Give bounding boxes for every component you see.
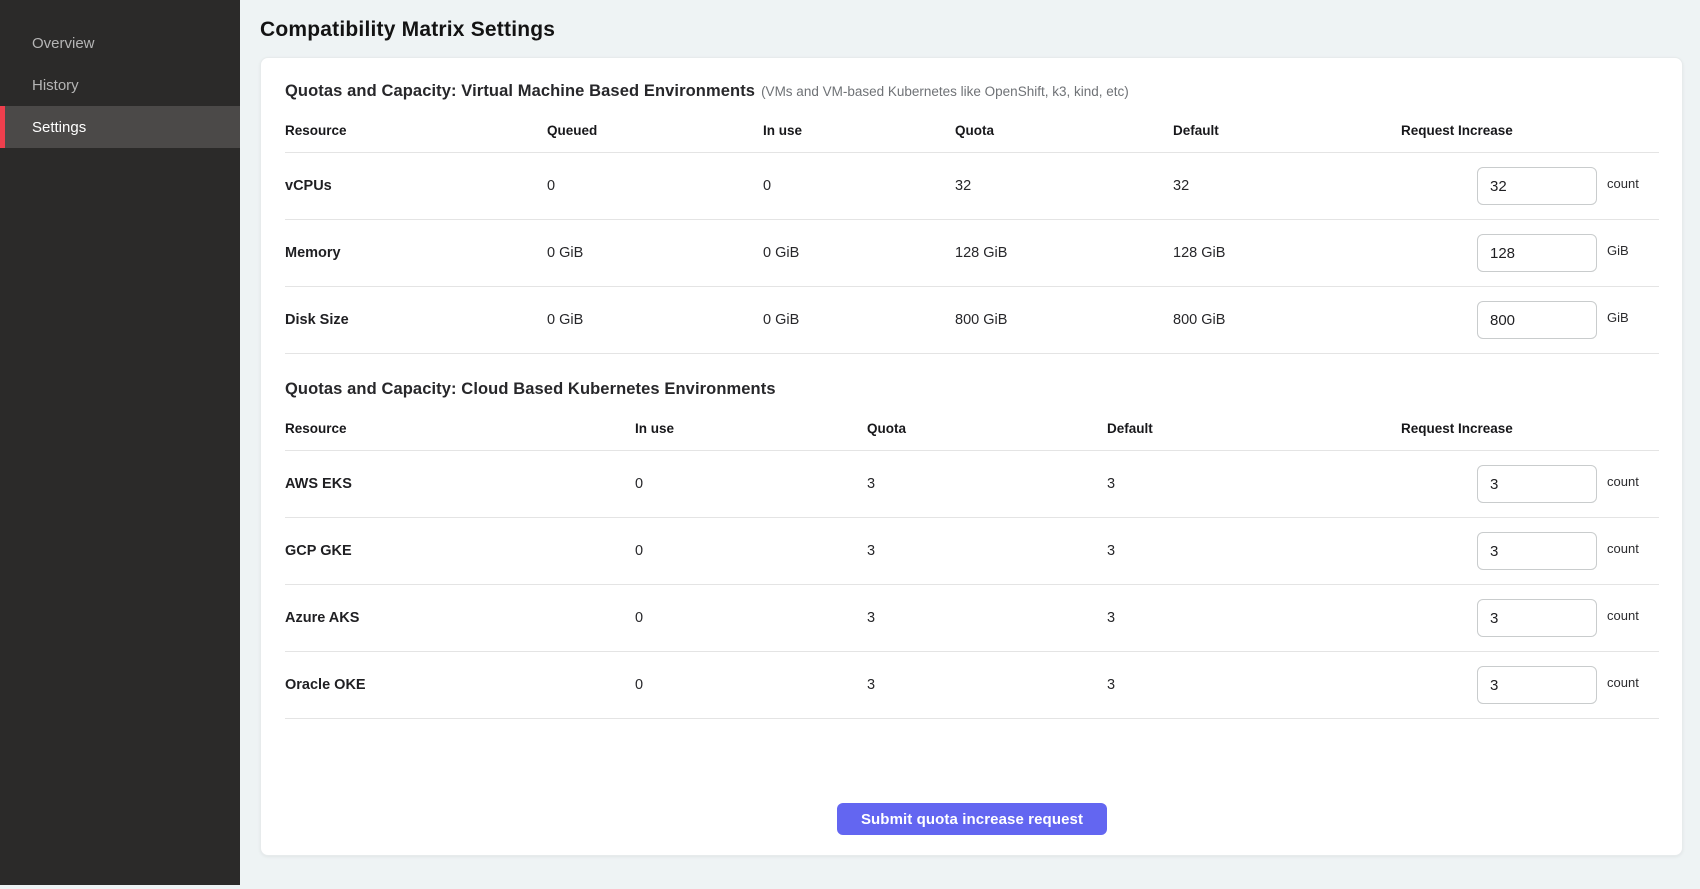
page-title: Compatibility Matrix Settings (260, 18, 1700, 42)
in-use-value: 0 (635, 610, 867, 626)
col-quota: Quota (955, 107, 1173, 152)
settings-card: Quotas and Capacity: Virtual Machine Bas… (260, 57, 1683, 856)
col-default: Default (1107, 405, 1401, 450)
table-row-disk-size: Disk Size 0 GiB 0 GiB 800 GiB 800 GiB Gi… (285, 287, 1659, 354)
resource-label: Azure AKS (285, 610, 635, 626)
quota-value: 3 (867, 476, 1107, 492)
default-value: 3 (1107, 543, 1401, 559)
sidebar: Overview History Settings (0, 0, 240, 885)
unit-label: count (1607, 541, 1659, 556)
quota-value: 3 (867, 610, 1107, 626)
sidebar-item-history[interactable]: History (0, 64, 240, 106)
unit-label: GiB (1607, 243, 1659, 258)
queued-value: 0 (547, 178, 763, 194)
section-subtitle: (VMs and VM-based Kubernetes like OpenSh… (761, 84, 1129, 99)
quota-value: 128 GiB (955, 245, 1173, 261)
section-heading-vm: Quotas and Capacity: Virtual Machine Bas… (285, 82, 1659, 101)
memory-request-input[interactable] (1477, 234, 1597, 272)
request-increase-cell: count (1401, 465, 1659, 503)
in-use-value: 0 (635, 677, 867, 693)
azure-aks-request-input[interactable] (1477, 599, 1597, 637)
col-in-use: In use (635, 405, 867, 450)
sidebar-item-overview[interactable]: Overview (0, 22, 240, 64)
request-increase-cell: count (1401, 666, 1659, 704)
sidebar-item-settings[interactable]: Settings (0, 106, 240, 148)
col-request-increase: Request Increase (1401, 405, 1659, 450)
request-increase-cell: count (1401, 167, 1659, 205)
table-row-gcp-gke: GCP GKE 0 3 3 count (285, 518, 1659, 585)
oracle-oke-request-input[interactable] (1477, 666, 1597, 704)
submit-quota-increase-button[interactable]: Submit quota increase request (837, 803, 1107, 835)
request-increase-cell: count (1401, 532, 1659, 570)
table-row-azure-aks: Azure AKS 0 3 3 count (285, 585, 1659, 652)
vcpus-request-input[interactable] (1477, 167, 1597, 205)
disk-size-request-input[interactable] (1477, 301, 1597, 339)
in-use-value: 0 (635, 476, 867, 492)
vm-quota-table: Resource Queued In use Quota Default Req… (285, 107, 1659, 354)
col-in-use: In use (763, 107, 955, 152)
resource-label: AWS EKS (285, 476, 635, 492)
quota-value: 32 (955, 178, 1173, 194)
resource-label: vCPUs (285, 178, 547, 194)
quota-value: 3 (867, 543, 1107, 559)
unit-label: count (1607, 474, 1659, 489)
resource-label: Memory (285, 245, 547, 261)
queued-value: 0 GiB (547, 312, 763, 328)
resource-label: Oracle OKE (285, 677, 635, 693)
request-increase-cell: count (1401, 599, 1659, 637)
cloud-quota-table: Resource In use Quota Default Request In… (285, 405, 1659, 719)
resource-label: Disk Size (285, 312, 547, 328)
unit-label: count (1607, 176, 1659, 191)
default-value: 3 (1107, 476, 1401, 492)
section-title: Quotas and Capacity: Virtual Machine Bas… (285, 82, 755, 100)
aws-eks-request-input[interactable] (1477, 465, 1597, 503)
col-quota: Quota (867, 405, 1107, 450)
unit-label: count (1607, 675, 1659, 690)
default-value: 3 (1107, 677, 1401, 693)
table-row-vcpus: vCPUs 0 0 32 32 count (285, 153, 1659, 220)
in-use-value: 0 GiB (763, 312, 955, 328)
default-value: 128 GiB (1173, 245, 1401, 261)
table-row-oracle-oke: Oracle OKE 0 3 3 count (285, 652, 1659, 719)
quota-value: 3 (867, 677, 1107, 693)
sidebar-nav: Overview History Settings (0, 22, 240, 148)
col-queued: Queued (547, 107, 763, 152)
default-value: 32 (1173, 178, 1401, 194)
table-row-memory: Memory 0 GiB 0 GiB 128 GiB 128 GiB GiB (285, 220, 1659, 287)
default-value: 3 (1107, 610, 1401, 626)
table-header-row: Resource In use Quota Default Request In… (285, 405, 1659, 451)
request-increase-cell: GiB (1401, 234, 1659, 272)
col-resource: Resource (285, 107, 547, 152)
section-title: Quotas and Capacity: Cloud Based Kuberne… (285, 380, 776, 398)
queued-value: 0 GiB (547, 245, 763, 261)
unit-label: count (1607, 608, 1659, 623)
col-default: Default (1173, 107, 1401, 152)
section-heading-cloud: Quotas and Capacity: Cloud Based Kuberne… (285, 380, 1659, 399)
gcp-gke-request-input[interactable] (1477, 532, 1597, 570)
submit-row: Submit quota increase request (285, 803, 1659, 835)
col-request-increase: Request Increase (1401, 107, 1659, 152)
unit-label: GiB (1607, 310, 1659, 325)
quota-value: 800 GiB (955, 312, 1173, 328)
request-increase-cell: GiB (1401, 301, 1659, 339)
col-resource: Resource (285, 405, 635, 450)
in-use-value: 0 (763, 178, 955, 194)
table-header-row: Resource Queued In use Quota Default Req… (285, 107, 1659, 153)
in-use-value: 0 (635, 543, 867, 559)
main-content: Compatibility Matrix Settings Quotas and… (240, 0, 1700, 889)
default-value: 800 GiB (1173, 312, 1401, 328)
table-row-aws-eks: AWS EKS 0 3 3 count (285, 451, 1659, 518)
resource-label: GCP GKE (285, 543, 635, 559)
in-use-value: 0 GiB (763, 245, 955, 261)
